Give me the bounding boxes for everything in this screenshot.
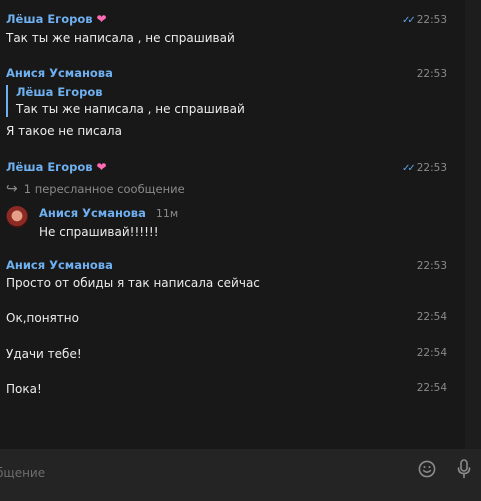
message[interactable]: Анися Усманова 22:53: [6, 66, 455, 80]
message-time: 22:53: [416, 14, 447, 26]
forwarded-text: Не спрашивай!!!!!!: [39, 225, 159, 239]
message[interactable]: Удачи тебе! 22:54: [6, 347, 455, 362]
scrollbar-track[interactable]: [465, 0, 481, 449]
reply-author: Лёша Егоров: [16, 85, 103, 99]
emoji-icon[interactable]: [418, 460, 436, 478]
message-author[interactable]: Анися Усманова: [6, 258, 455, 272]
message-input[interactable]: [0, 461, 376, 485]
double-check-icon: ✓✓: [401, 14, 416, 26]
message-author[interactable]: Лёша Егоров: [6, 160, 93, 174]
message-author[interactable]: Анися Усманова: [6, 66, 455, 80]
message-text: Просто от обиды я так написала сейчас: [6, 276, 260, 290]
message-text: Пока!: [6, 382, 42, 396]
forwarded-time: 11м: [155, 207, 179, 220]
forward-count: 1 пересланное сообщение: [23, 182, 185, 196]
double-check-icon: ✓✓: [401, 162, 416, 174]
message-time: 22:53: [416, 162, 447, 174]
chat-history: Лёша Егоров ❤ Так ты же написала , не спр…: [0, 0, 465, 449]
forwarded-message[interactable]: Анися Усманова 11м Не спрашивай!!!!!!: [39, 206, 178, 240]
message-time: 22:54: [416, 382, 447, 394]
message-author[interactable]: Лёша Егоров: [6, 12, 93, 26]
forward-arrow-icon: ↪: [6, 181, 18, 197]
heart-icon: ❤: [96, 160, 107, 174]
message-time: 22:54: [416, 347, 447, 359]
message-meta: ✓✓ 22:53: [402, 14, 447, 26]
message-body: Я такое не писала: [6, 124, 455, 139]
forwarded-author[interactable]: Анися Усманова: [39, 206, 146, 220]
message[interactable]: Лёша Егоров ❤ ✓✓ 22:53: [6, 160, 455, 174]
microphone-icon[interactable]: [456, 459, 472, 479]
message[interactable]: Анися Усманова Просто от обиды я так нап…: [6, 258, 455, 291]
message-time: 22:54: [416, 311, 447, 323]
message-text: Ок,понятно: [6, 311, 79, 325]
message-text: Я такое не писала: [6, 124, 122, 138]
message-time: 22:53: [416, 68, 447, 80]
message-text: Удачи тебе!: [6, 347, 82, 361]
composer-bar: [0, 449, 481, 501]
forward-header: ↪ 1 пересланное сообщение: [6, 181, 185, 197]
message[interactable]: Пока! 22:54: [6, 382, 455, 397]
message[interactable]: Ок,понятно 22:54: [6, 311, 455, 326]
message-time: 22:53: [416, 260, 447, 272]
message[interactable]: Лёша Егоров ❤ Так ты же написала , не спр…: [6, 12, 455, 46]
message-meta: ✓✓ 22:53: [402, 162, 447, 174]
message-text: Так ты же написала , не спрашивай: [6, 31, 235, 45]
avatar[interactable]: [6, 206, 28, 228]
heart-icon: ❤: [96, 12, 107, 26]
reply-quote[interactable]: Лёша Егоров Так ты же написала , не спра…: [6, 85, 316, 117]
reply-text: Так ты же написала , не спрашивай: [16, 102, 245, 116]
